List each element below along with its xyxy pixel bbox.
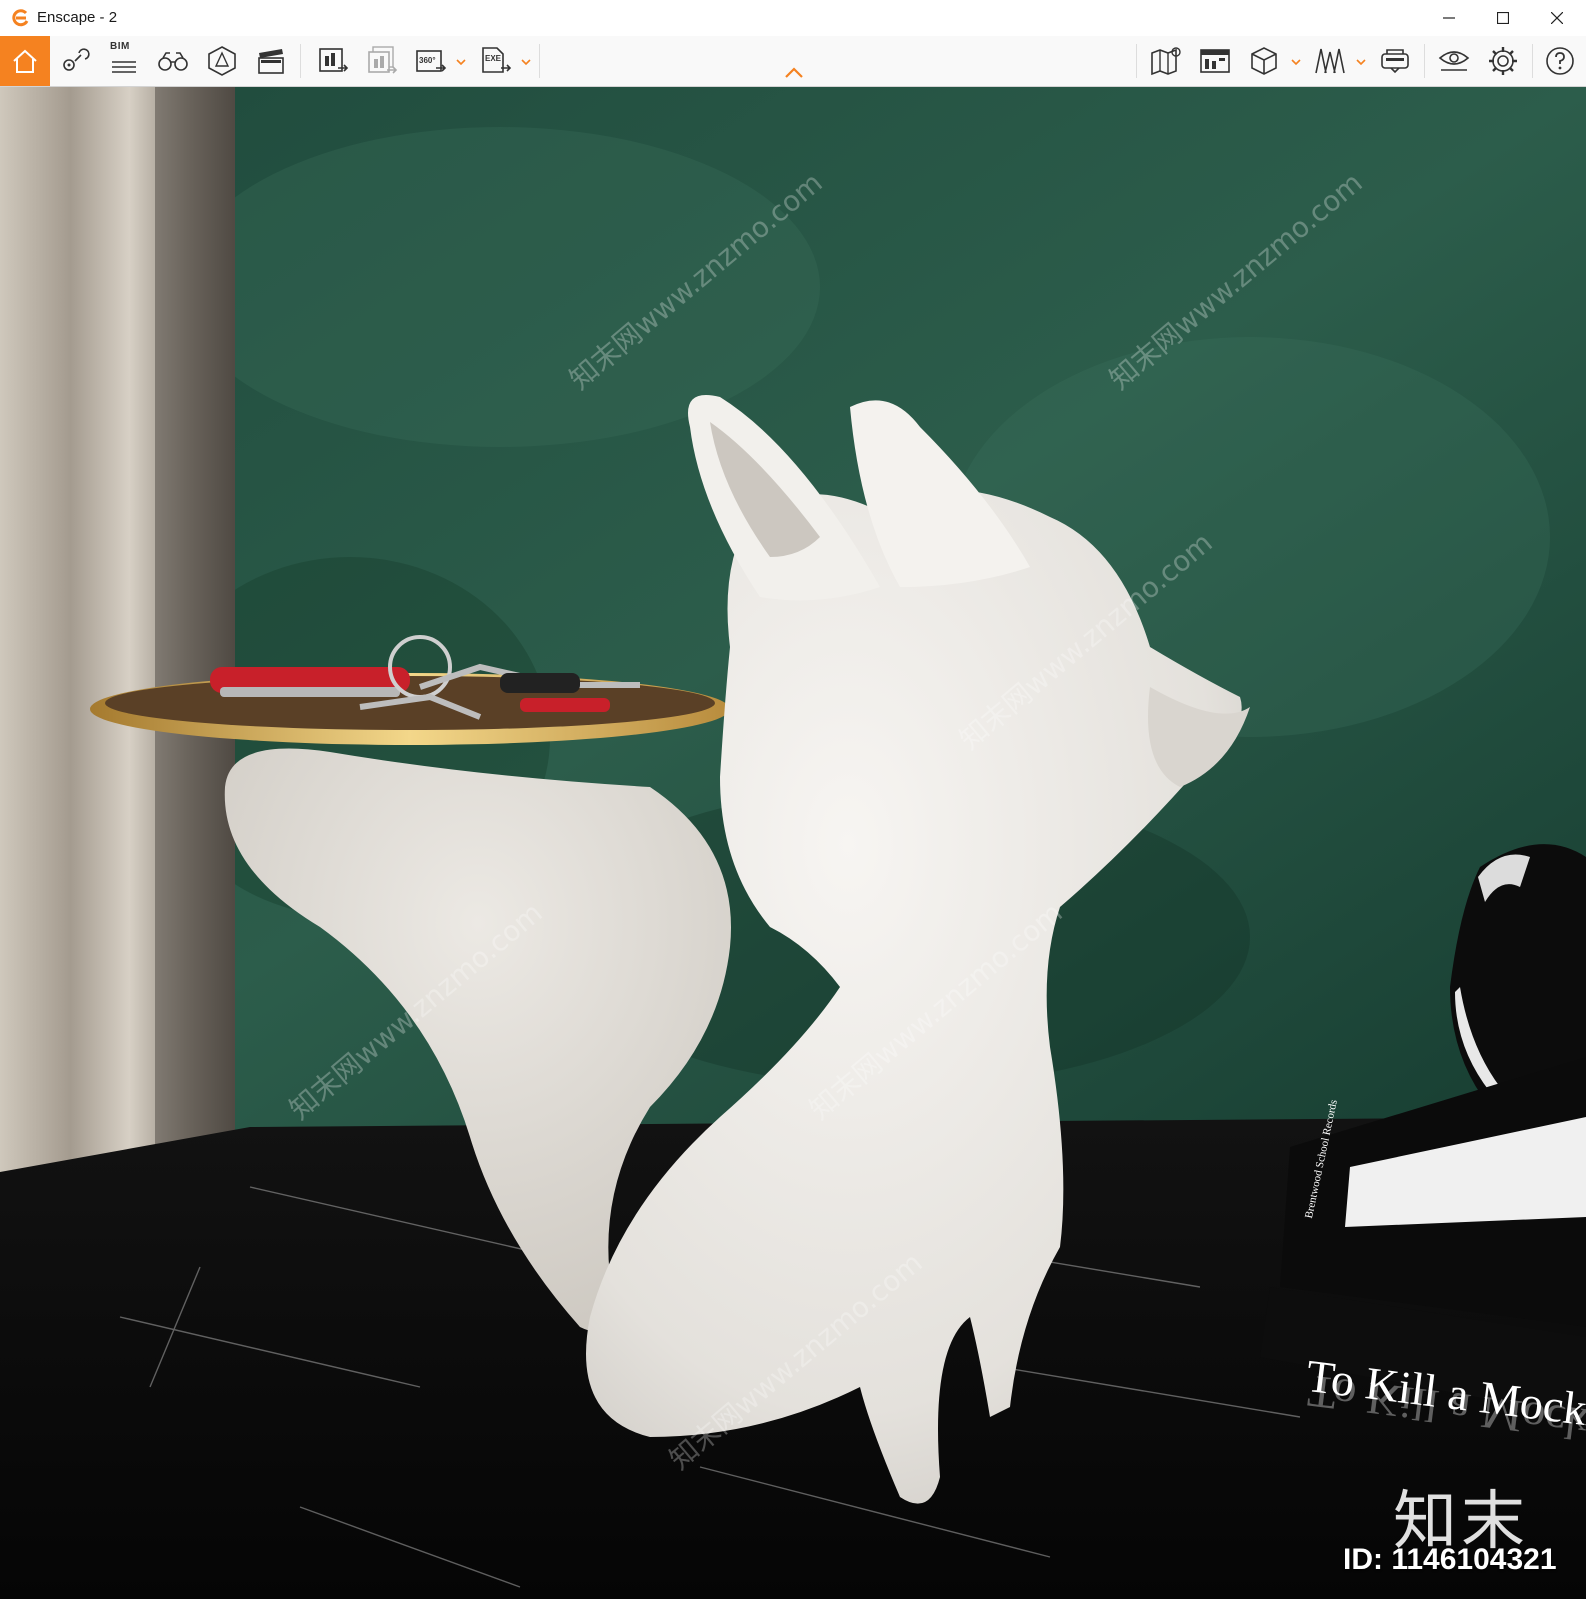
panorama-export-button[interactable]: 360°: [411, 41, 451, 81]
chevron-down-icon[interactable]: [1355, 56, 1367, 68]
help-icon: [1546, 47, 1574, 75]
information-panel-button[interactable]: [1195, 41, 1235, 81]
bim-label: BIM: [110, 41, 130, 52]
views-button[interactable]: [1310, 41, 1350, 81]
bim-button[interactable]: BIM: [104, 41, 144, 81]
visual-settings-button[interactable]: [1434, 41, 1474, 81]
batch-render-icon: [368, 46, 398, 74]
maximize-icon: [1497, 12, 1509, 24]
chevron-down-icon[interactable]: [1290, 56, 1302, 68]
toolbar-separator: [1532, 44, 1533, 78]
chevron-down-icon[interactable]: [455, 56, 467, 68]
panorama-label: 360°: [419, 56, 436, 65]
exe-export-button[interactable]: EXE: [476, 41, 516, 81]
window-title: Enscape - 2: [37, 9, 118, 26]
maximize-button[interactable]: [1479, 0, 1527, 36]
title-bar: Enscape - 2: [0, 0, 1586, 36]
asset-library-icon: [208, 46, 236, 76]
location-pin-button[interactable]: [55, 41, 95, 81]
home-icon: [13, 49, 37, 73]
exe-export-icon: EXE: [482, 47, 512, 73]
toolbar-separator: [300, 44, 301, 78]
screenshot-export-button[interactable]: [313, 41, 353, 81]
home-button[interactable]: [0, 36, 50, 86]
exe-label: EXE: [485, 54, 502, 63]
image-id-label: ID: 1146104321: [1343, 1543, 1557, 1576]
help-button[interactable]: [1540, 41, 1580, 81]
toolbar-separator: [1136, 44, 1137, 78]
chevron-down-icon[interactable]: [520, 56, 532, 68]
map-icon: [1151, 47, 1181, 76]
video-editor-icon: [258, 49, 284, 74]
toolbar-separator: [539, 44, 540, 78]
vr-headset-icon: [1381, 49, 1409, 74]
map-button[interactable]: [1146, 41, 1186, 81]
render-viewport[interactable]: Brentwood School Records To Kill a Mocki…: [0, 87, 1586, 1599]
cube-view-button[interactable]: [1244, 41, 1284, 81]
settings-button[interactable]: [1483, 41, 1523, 81]
enscape-toolbar: BIM 360° EXE: [0, 36, 1586, 87]
location-pin-icon: [63, 48, 90, 71]
batch-render-button[interactable]: [362, 41, 402, 81]
minimize-button[interactable]: [1425, 0, 1473, 36]
binoculars-icon: [158, 52, 188, 71]
video-editor-button[interactable]: [251, 41, 291, 81]
binoculars-button[interactable]: [153, 41, 193, 81]
panorama-icon: 360°: [416, 50, 447, 72]
views-icon: [1315, 48, 1345, 74]
settings-gear-icon: [1489, 47, 1517, 75]
close-button[interactable]: [1533, 0, 1581, 36]
cube-view-icon: [1251, 47, 1277, 75]
vr-headset-button[interactable]: [1375, 41, 1415, 81]
information-panel-icon: [1200, 49, 1230, 73]
visual-settings-icon: [1438, 51, 1470, 71]
collapse-toolbar-chevron-icon[interactable]: [783, 66, 805, 80]
toolbar-separator: [1424, 44, 1425, 78]
screenshot-export-icon: [319, 48, 349, 72]
asset-library-button[interactable]: [202, 41, 242, 81]
close-icon: [1551, 12, 1563, 24]
minimize-icon: [1443, 17, 1455, 19]
enscape-logo-icon: [12, 9, 29, 27]
